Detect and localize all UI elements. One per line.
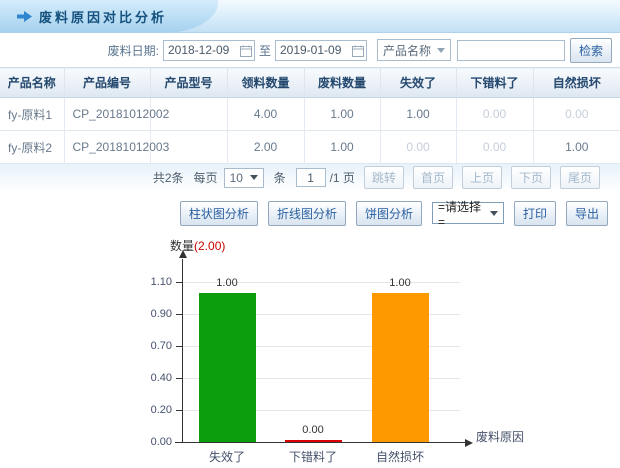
bar-value-label: 1.00: [197, 277, 257, 289]
unit-label: 条: [274, 169, 286, 186]
calendar-icon[interactable]: [352, 44, 364, 62]
y-axis-arrow-icon: [179, 250, 187, 258]
table-header-row: 产品名称产品编号产品型号领料数量废料数量失效了下错料了自然损坏: [0, 68, 620, 98]
per-page-select-value: 10: [230, 171, 243, 185]
per-page-label: 每页: [194, 169, 218, 186]
arrow-right-icon: [17, 11, 32, 22]
table-cell: 0.00: [380, 131, 456, 164]
table-cell: 1.00: [380, 98, 456, 131]
keyword-input[interactable]: [457, 40, 565, 61]
table-column-header: 自然损坏: [533, 68, 620, 98]
table-cell: 2.00: [227, 131, 304, 164]
total-count: 共2条: [153, 169, 184, 186]
page-header: 废料原因对比分析: [0, 0, 620, 33]
chart-bar: [199, 293, 256, 442]
x-category-label: 自然损坏: [355, 448, 445, 465]
table-column-header: 领料数量: [227, 68, 304, 98]
chevron-down-icon: [490, 211, 498, 216]
table-cell: 1.00: [304, 131, 380, 164]
bar-value-label: 0.00: [283, 424, 343, 436]
table-cell: CP_20181012002: [64, 98, 150, 131]
table-cell: CP_20181012003: [64, 131, 150, 164]
x-axis-title: 废料原因: [476, 428, 524, 445]
export-button[interactable]: 导出: [566, 201, 608, 226]
table-cell: 1.00: [304, 98, 380, 131]
table-cell: 0.00: [533, 98, 620, 131]
pagination-bar: 共2条 每页 10 条 /1 页 跳转 首页 上页 下页 尾页: [0, 164, 620, 191]
search-button[interactable]: 检索: [570, 38, 612, 63]
table-cell: 0.00: [456, 98, 533, 131]
date-range-label: 废料日期:: [108, 42, 159, 59]
x-category-label: 下错料了: [268, 448, 358, 465]
print-button[interactable]: 打印: [514, 201, 556, 226]
y-tick-label: 0.90: [132, 308, 172, 320]
table-column-header: 失效了: [380, 68, 456, 98]
y-tick-label: 0.70: [132, 340, 172, 352]
filter-bar: 废料日期: 至 产品名称 检索: [0, 33, 620, 67]
table-cell: 0.00: [456, 131, 533, 164]
chart-type-select-value: =请选择=: [438, 198, 486, 229]
table-column-header: 下错料了: [456, 68, 533, 98]
table-column-header: 产品名称: [0, 68, 64, 98]
table-cell: 1.00: [533, 131, 620, 164]
product-field-select[interactable]: 产品名称: [377, 39, 451, 61]
x-category-label: 失效了: [182, 448, 272, 465]
per-page-select[interactable]: 10: [224, 168, 264, 188]
y-axis-line: [182, 259, 183, 442]
chevron-down-icon: [437, 48, 445, 53]
y-tick-label: 0.40: [132, 372, 172, 384]
chart-bar: [372, 293, 429, 442]
table-column-header: 产品编号: [64, 68, 150, 98]
first-page-button[interactable]: 首页: [413, 166, 453, 189]
table-cell: 4.00: [227, 98, 304, 131]
product-field-select-value: 产品名称: [383, 42, 431, 59]
bar-chart-button[interactable]: 柱状图分析: [180, 201, 258, 226]
waste-analysis-page: 废料原因对比分析 废料日期: 至 产品名称 检索: [0, 0, 620, 468]
y-tick-label: 0.20: [132, 404, 172, 416]
y-axis-max-annotation: (2.00): [194, 239, 225, 253]
table-column-header: 产品型号: [150, 68, 227, 98]
waste-table: 产品名称产品编号产品型号领料数量废料数量失效了下错料了自然损坏 fy-原料1CP…: [0, 67, 620, 164]
to-label: 至: [259, 42, 271, 59]
table-row: fy-原料2CP_201810120032.001.000.000.001.00: [0, 131, 620, 164]
pie-chart-button[interactable]: 饼图分析: [356, 201, 422, 226]
table-row: fy-原料1CP_201810120024.001.001.000.000.00: [0, 98, 620, 131]
table-column-header: 废料数量: [304, 68, 380, 98]
chevron-down-icon: [250, 175, 258, 180]
next-page-button[interactable]: 下页: [511, 166, 551, 189]
calendar-icon[interactable]: [240, 44, 252, 62]
y-tick-label: 1.10: [132, 276, 172, 288]
y-tick-label: 0.00: [132, 436, 172, 448]
line-chart-button[interactable]: 折线图分析: [268, 201, 346, 226]
chart-type-select[interactable]: =请选择=: [432, 202, 504, 224]
table-cell: fy-原料2: [0, 131, 64, 164]
chart-toolbar: 柱状图分析 折线图分析 饼图分析 =请选择= 打印 导出: [0, 200, 620, 226]
x-axis-arrow-icon: [465, 439, 473, 447]
last-page-button[interactable]: 尾页: [560, 166, 600, 189]
bar-chart: 数量(2.00) 废料原因 1.100.900.700.400.200.001.…: [0, 231, 620, 468]
page-total-label: /1 页: [330, 169, 355, 186]
page-input[interactable]: [296, 168, 326, 187]
table-body: fy-原料1CP_201810120024.001.001.000.000.00…: [0, 98, 620, 164]
x-axis-line: [175, 442, 465, 443]
date-from-wrap: [163, 40, 255, 61]
jump-button[interactable]: 跳转: [364, 166, 404, 189]
page-title: 废料原因对比分析: [39, 7, 167, 26]
bar-value-label: 1.00: [370, 277, 430, 289]
date-to-wrap: [275, 40, 367, 61]
header-tab: 废料原因对比分析: [0, 0, 218, 33]
chart-bar: [285, 440, 342, 442]
table-cell: fy-原料1: [0, 98, 64, 131]
prev-page-button[interactable]: 上页: [462, 166, 502, 189]
